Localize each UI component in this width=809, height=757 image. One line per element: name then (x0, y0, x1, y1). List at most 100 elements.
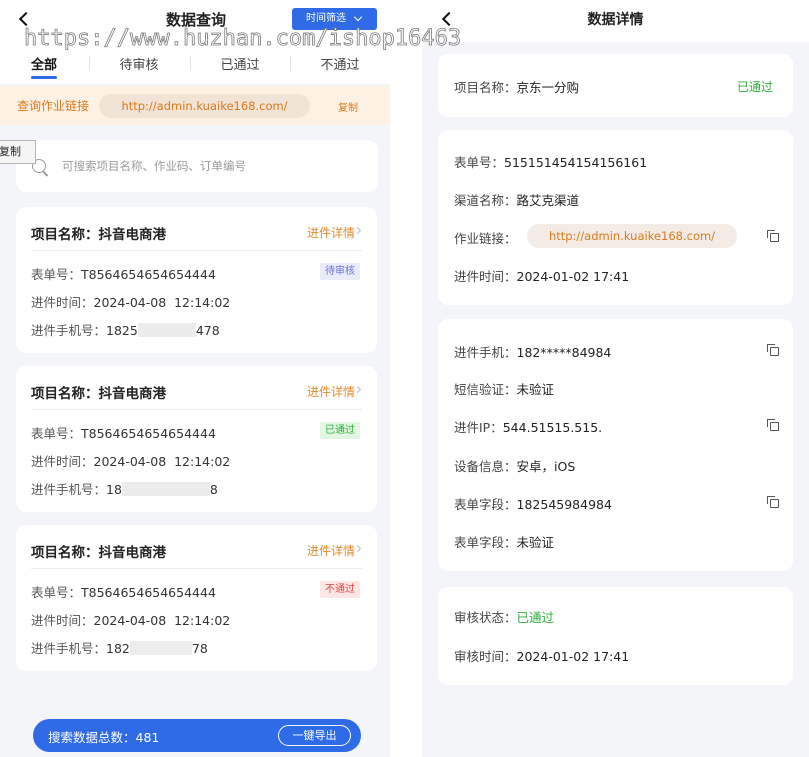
detail-header: 数据详情 (422, 0, 809, 42)
device-row: 设备信息：安卓，iOS (454, 456, 575, 475)
link-row: 作业链接： (454, 228, 517, 247)
detail-screen: 数据详情 项目名称：京东一分购 已通过 表单号：5151514541541561… (422, 0, 809, 757)
phone-mask (121, 482, 210, 496)
detail-link[interactable]: 进件详情 (307, 224, 355, 241)
order-label: 表单号： (31, 267, 82, 282)
phone-suffix: 478 (195, 323, 220, 338)
phone-mask (129, 641, 192, 655)
screenshot-stage: 数据查询 时间筛选 全部 待审核 已通过 不通过 查询作业链接 http://a… (0, 0, 809, 757)
order-label: 表单号： (454, 155, 505, 170)
export-button[interactable]: 一键导出 (278, 725, 351, 746)
time-label: 进件时间： (31, 454, 94, 469)
submit-time-row: 进件时间：2024-01-02 17:41 (454, 266, 629, 285)
page-title: 数据详情 (587, 12, 644, 28)
query-link-bar: 查询作业链接 http://admin.kuaike168.com/ 复制 (0, 86, 390, 125)
order-label: 表单号： (31, 585, 82, 600)
order-row: 表单号：T8564654654654444 (31, 264, 216, 283)
card-divider (31, 250, 362, 251)
card-divider (31, 568, 362, 569)
submitter-panel: 进件手机：182*****84984 短信验证：未验证 进件IP：544.515… (438, 319, 793, 571)
project-panel: 项目名称：京东一分购 已通过 (438, 54, 793, 117)
order-number: T8564654654654444 (81, 585, 216, 600)
form-field-label: 表单字段： (454, 535, 517, 550)
phone-label: 进件手机号： (31, 323, 107, 338)
query-screen: 数据查询 时间筛选 全部 待审核 已通过 不通过 查询作业链接 http://a… (0, 0, 390, 757)
copy-link-button[interactable]: 复制 (338, 99, 358, 114)
phone-label: 进件手机号： (31, 482, 107, 497)
total-count-text: 搜索数据总数：481 (48, 727, 159, 746)
tab-divider (89, 56, 90, 71)
chevron-down-icon (353, 12, 363, 22)
device-label: 设备信息： (454, 459, 517, 474)
copy-icon[interactable] (767, 419, 779, 431)
order-label: 表单号： (31, 426, 82, 441)
project-name: 抖音电商港 (98, 227, 167, 243)
form-field-value: 未验证 (516, 535, 555, 550)
time-filter-button[interactable]: 时间筛选 (292, 8, 377, 30)
query-link-url[interactable]: http://admin.kuaike168.com/ (99, 94, 310, 118)
project-title: 项目名称：抖音电商港 (31, 382, 166, 402)
time-row: 进件时间：2024-04-08 12:14:02 (31, 610, 230, 629)
query-header: 数据查询 时间筛选 全部 待审核 已通过 不通过 (0, 0, 390, 84)
review-time-label: 审核时间： (454, 649, 517, 664)
tab-all[interactable]: 全部 (4, 54, 84, 73)
phone-row: 进件手机号：1825 478 (31, 320, 220, 339)
record-card: 项目名称：抖音电商港 进件详情 表单号：T8564654654654444 已通… (16, 366, 377, 512)
phone-suffix: 8 (209, 482, 218, 497)
link-label: 作业链接： (454, 231, 517, 246)
tab-divider (190, 56, 191, 71)
order-number: T8564654654654444 (81, 426, 216, 441)
phone-prefix: 1825 (106, 323, 138, 338)
device-info: 安卓，iOS (516, 459, 576, 474)
phone-suffix: 78 (191, 641, 208, 656)
phone-prefix: 18 (106, 482, 122, 497)
copy-tooltip[interactable]: 复制 (0, 140, 36, 164)
job-link-url[interactable]: http://admin.kuaike168.com/ (527, 224, 737, 248)
copy-icon[interactable] (767, 230, 779, 242)
review-time-value: 2024-01-02 17:41 (516, 649, 630, 664)
phone-row: 进件手机号：18 8 (31, 479, 218, 498)
tab-rejected[interactable]: 不通过 (300, 54, 380, 73)
project-label: 项目名称： (31, 227, 99, 243)
total-count-label: 搜索数据总数： (48, 730, 136, 745)
review-status-row: 审核状态：已通过 (454, 607, 554, 626)
detail-link[interactable]: 进件详情 (307, 383, 355, 400)
status-badge: 已通过 (320, 422, 360, 439)
form-field-row: 表单字段：未验证 (454, 532, 554, 551)
project-label: 项目名称： (454, 80, 517, 95)
search-summary-bar: 搜索数据总数：481 一键导出 (33, 719, 361, 752)
time-row: 进件时间：2024-04-08 12:14:02 (31, 292, 230, 311)
submit-time: 2024-04-08 12:14:02 (93, 454, 231, 469)
chevron-right-icon (353, 385, 362, 394)
tab-passed[interactable]: 已通过 (200, 54, 280, 73)
status-badge: 不通过 (320, 581, 360, 598)
phone-row: 进件手机号：182 78 (31, 638, 208, 657)
project-label: 项目名称： (31, 386, 99, 402)
submit-time: 2024-01-02 17:41 (516, 269, 630, 284)
time-filter-label: 时间筛选 (306, 13, 346, 24)
query-link-label: 查询作业链接 (17, 99, 90, 113)
order-panel: 表单号：515151454154156161 渠道名称：路艾克渠道 作业链接： … (438, 130, 793, 305)
chevron-right-icon (353, 544, 362, 553)
search-box (16, 140, 378, 192)
sms-status: 未验证 (516, 382, 555, 397)
copy-icon[interactable] (767, 496, 779, 508)
time-label: 进件时间： (31, 295, 94, 310)
tab-pending[interactable]: 待审核 (99, 54, 179, 73)
form-field-value: 182545984984 (516, 497, 612, 512)
form-field-row: 表单字段：182545984984 (454, 494, 612, 513)
review-status-label: 审核状态： (454, 610, 517, 625)
phone-label: 进件手机： (454, 345, 517, 360)
project-title: 项目名称：抖音电商港 (31, 223, 166, 243)
card-divider (31, 409, 362, 410)
tab-divider (290, 56, 291, 71)
search-input[interactable] (62, 155, 362, 177)
detail-link[interactable]: 进件详情 (307, 542, 355, 559)
submit-time: 2024-04-08 12:14:02 (93, 295, 231, 310)
record-card: 项目名称：抖音电商港 进件详情 表单号：T8564654654654444 待审… (16, 207, 377, 353)
ip-row: 进件IP：544.51515.515. (454, 417, 602, 436)
channel-row: 渠道名称：路艾克渠道 (454, 190, 579, 209)
ip-address: 544.51515.515. (502, 420, 603, 435)
copy-icon[interactable] (767, 344, 779, 356)
order-number: T8564654654654444 (81, 267, 216, 282)
